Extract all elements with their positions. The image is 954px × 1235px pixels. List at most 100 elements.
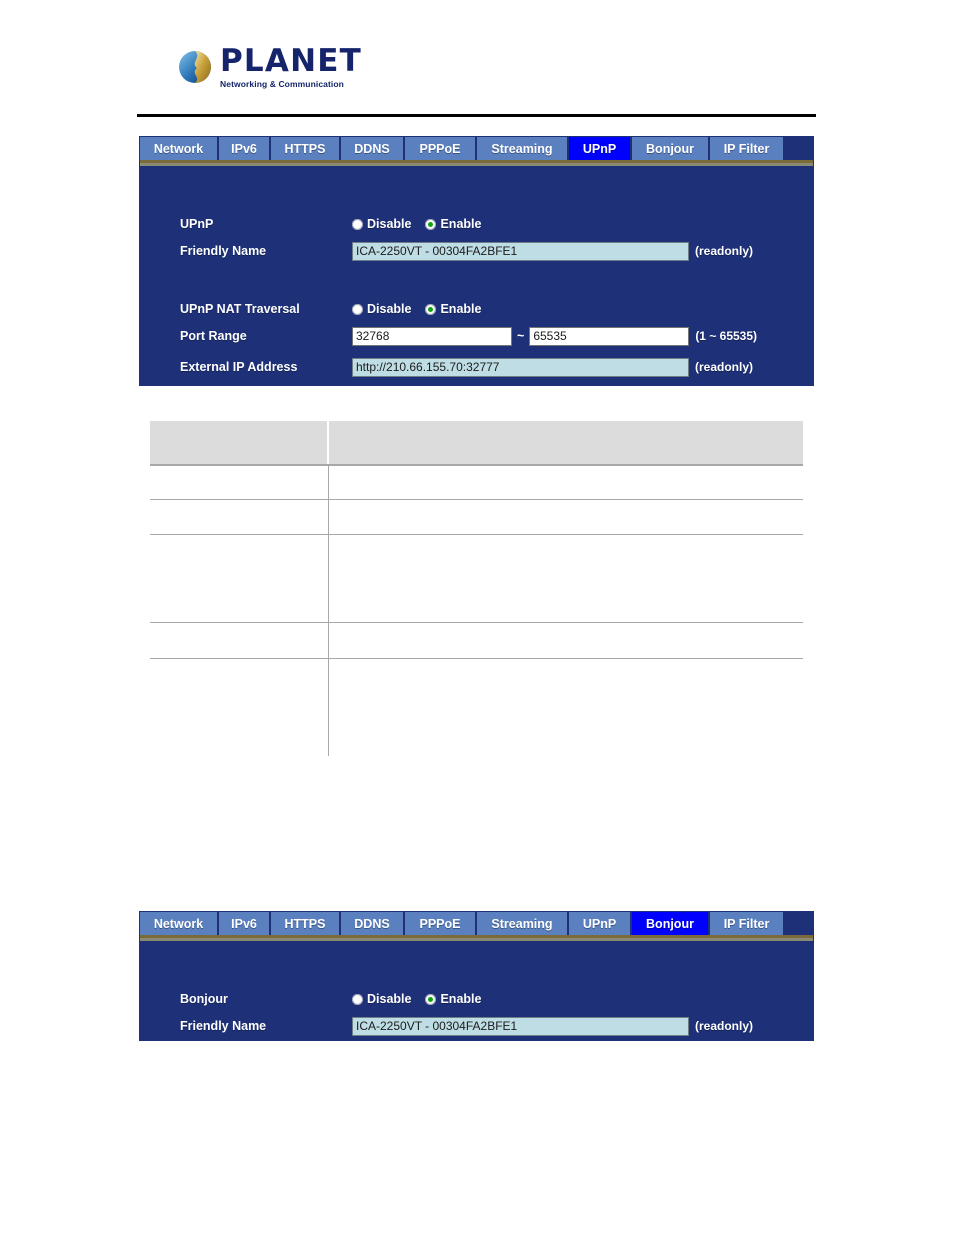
upnp-radio-group[interactable]: Disable Enable — [352, 217, 481, 231]
row-port-range: Port Range ~ (1 ~ 65535) — [140, 324, 813, 348]
row-bonjour: Bonjour Disable Enable — [140, 987, 813, 1011]
table-header-cell-1 — [150, 421, 329, 466]
settings-description-table — [150, 421, 803, 756]
bonjour-radio-group[interactable]: Disable Enable — [352, 992, 481, 1006]
row-bonjour-friendly-name: Friendly Name (readonly) — [140, 1014, 813, 1038]
bonjour-friendly-name-readonly-note: (readonly) — [695, 1019, 754, 1033]
field-port-range: ~ (1 ~ 65535) — [352, 326, 758, 346]
port-range-separator: ~ — [517, 329, 525, 343]
tab-bonjour[interactable]: Bonjour — [632, 137, 710, 160]
tab-bonjour[interactable]: Bonjour — [632, 912, 710, 935]
table-cell-name — [150, 534, 329, 623]
friendly-name-readonly-note: (readonly) — [695, 244, 754, 258]
tab-network[interactable]: Network — [140, 912, 219, 935]
bonjour-enable-label: Enable — [440, 992, 482, 1006]
table-header-row — [150, 421, 803, 466]
field-upnp: Disable Enable — [352, 217, 481, 231]
tabbar-shadow — [140, 938, 813, 941]
bonjour-radio-disable[interactable]: Disable — [352, 992, 411, 1006]
tab-upnp[interactable]: UPnP — [569, 137, 632, 160]
label-external-ip: External IP Address — [180, 360, 298, 374]
table-header-cell-2 — [328, 421, 803, 466]
settings-tabbar[interactable]: Network IPv6 HTTPS DDNS PPPoE Streaming … — [140, 137, 813, 160]
tabbar-shadow — [140, 163, 813, 166]
table-cell-desc — [328, 534, 803, 623]
nat-enable-label: Enable — [440, 302, 482, 316]
settings-tabbar-bonjour[interactable]: Network IPv6 HTTPS DDNS PPPoE Streaming … — [140, 912, 813, 935]
radio-unchecked-icon[interactable] — [352, 303, 363, 315]
table-cell-name — [150, 622, 329, 659]
table-row — [150, 658, 803, 756]
label-bonjour-friendly-name: Friendly Name — [180, 1019, 267, 1033]
label-nat-traversal: UPnP NAT Traversal — [180, 302, 300, 316]
bonjour-friendly-name-input[interactable] — [352, 1016, 689, 1036]
row-nat-traversal: UPnP NAT Traversal Disable Enable — [140, 297, 813, 321]
radio-checked-icon[interactable] — [425, 993, 437, 1005]
tab-ip-filter[interactable]: IP Filter — [710, 912, 783, 935]
friendly-name-input[interactable] — [352, 241, 689, 261]
field-nat-traversal: Disable Enable — [352, 302, 481, 316]
external-ip-readonly-note: (readonly) — [695, 360, 754, 374]
radio-checked-icon[interactable] — [425, 218, 437, 230]
bonjour-settings-panel: Network IPv6 HTTPS DDNS PPPoE Streaming … — [139, 911, 814, 1041]
globe-icon — [179, 51, 211, 83]
tab-ddns[interactable]: DDNS — [341, 912, 405, 935]
table-row — [150, 622, 803, 659]
tab-pppoe[interactable]: PPPoE — [405, 912, 477, 935]
row-friendly-name: Friendly Name (readonly) — [140, 239, 813, 263]
upnp-radio-enable[interactable]: Enable — [425, 217, 481, 231]
label-port-range: Port Range — [180, 329, 247, 343]
nat-radio-group[interactable]: Disable Enable — [352, 302, 481, 316]
tab-ip-filter[interactable]: IP Filter — [710, 137, 783, 160]
table-cell-name — [150, 465, 329, 500]
table-cell-desc — [328, 499, 803, 535]
label-upnp: UPnP — [180, 217, 214, 231]
tab-ddns[interactable]: DDNS — [341, 137, 405, 160]
field-external-ip: (readonly) — [352, 357, 754, 377]
label-bonjour: Bonjour — [180, 992, 228, 1006]
table-row — [150, 499, 803, 535]
table-cell-name — [150, 499, 329, 535]
table-cell-desc — [328, 658, 803, 756]
field-bonjour-friendly-name: (readonly) — [352, 1016, 754, 1036]
tab-ipv6[interactable]: IPv6 — [219, 137, 271, 160]
tab-upnp[interactable]: UPnP — [569, 912, 632, 935]
upnp-disable-label: Disable — [367, 217, 412, 231]
external-ip-input[interactable] — [352, 357, 689, 377]
row-upnp: UPnP Disable Enable — [140, 212, 813, 236]
brand-name: PLANET — [220, 43, 362, 79]
upnp-settings-panel: Network IPv6 HTTPS DDNS PPPoE Streaming … — [139, 136, 814, 386]
tab-streaming[interactable]: Streaming — [477, 912, 569, 935]
tab-https[interactable]: HTTPS — [271, 912, 341, 935]
radio-unchecked-icon[interactable] — [352, 993, 363, 1005]
nat-radio-disable[interactable]: Disable — [352, 302, 411, 316]
table-cell-desc — [328, 465, 803, 500]
tab-pppoe[interactable]: PPPoE — [405, 137, 477, 160]
upnp-enable-label: Enable — [440, 217, 482, 231]
label-friendly-name: Friendly Name — [180, 244, 267, 258]
nat-disable-label: Disable — [367, 302, 412, 316]
table-cell-desc — [328, 622, 803, 659]
tab-streaming[interactable]: Streaming — [477, 137, 569, 160]
tab-https[interactable]: HTTPS — [271, 137, 341, 160]
nat-radio-enable[interactable]: Enable — [425, 302, 481, 316]
field-bonjour: Disable Enable — [352, 992, 481, 1006]
field-friendly-name: (readonly) — [352, 241, 754, 261]
upnp-radio-disable[interactable]: Disable — [352, 217, 411, 231]
port-range-from-input[interactable] — [352, 326, 512, 346]
port-range-hint: (1 ~ 65535) — [695, 329, 758, 343]
header-divider — [137, 114, 816, 117]
tab-ipv6[interactable]: IPv6 — [219, 912, 271, 935]
port-range-to-input[interactable] — [529, 326, 690, 346]
table-row — [150, 534, 803, 623]
row-external-ip: External IP Address (readonly) — [140, 355, 813, 379]
brand-logo: PLANET Networking & Communication — [178, 44, 408, 96]
bonjour-disable-label: Disable — [367, 992, 412, 1006]
brand-tagline: Networking & Communication — [220, 79, 344, 89]
radio-checked-icon[interactable] — [425, 303, 437, 315]
table-cell-name — [150, 658, 329, 756]
table-row — [150, 465, 803, 500]
radio-unchecked-icon[interactable] — [352, 218, 363, 230]
bonjour-radio-enable[interactable]: Enable — [425, 992, 481, 1006]
tab-network[interactable]: Network — [140, 137, 219, 160]
